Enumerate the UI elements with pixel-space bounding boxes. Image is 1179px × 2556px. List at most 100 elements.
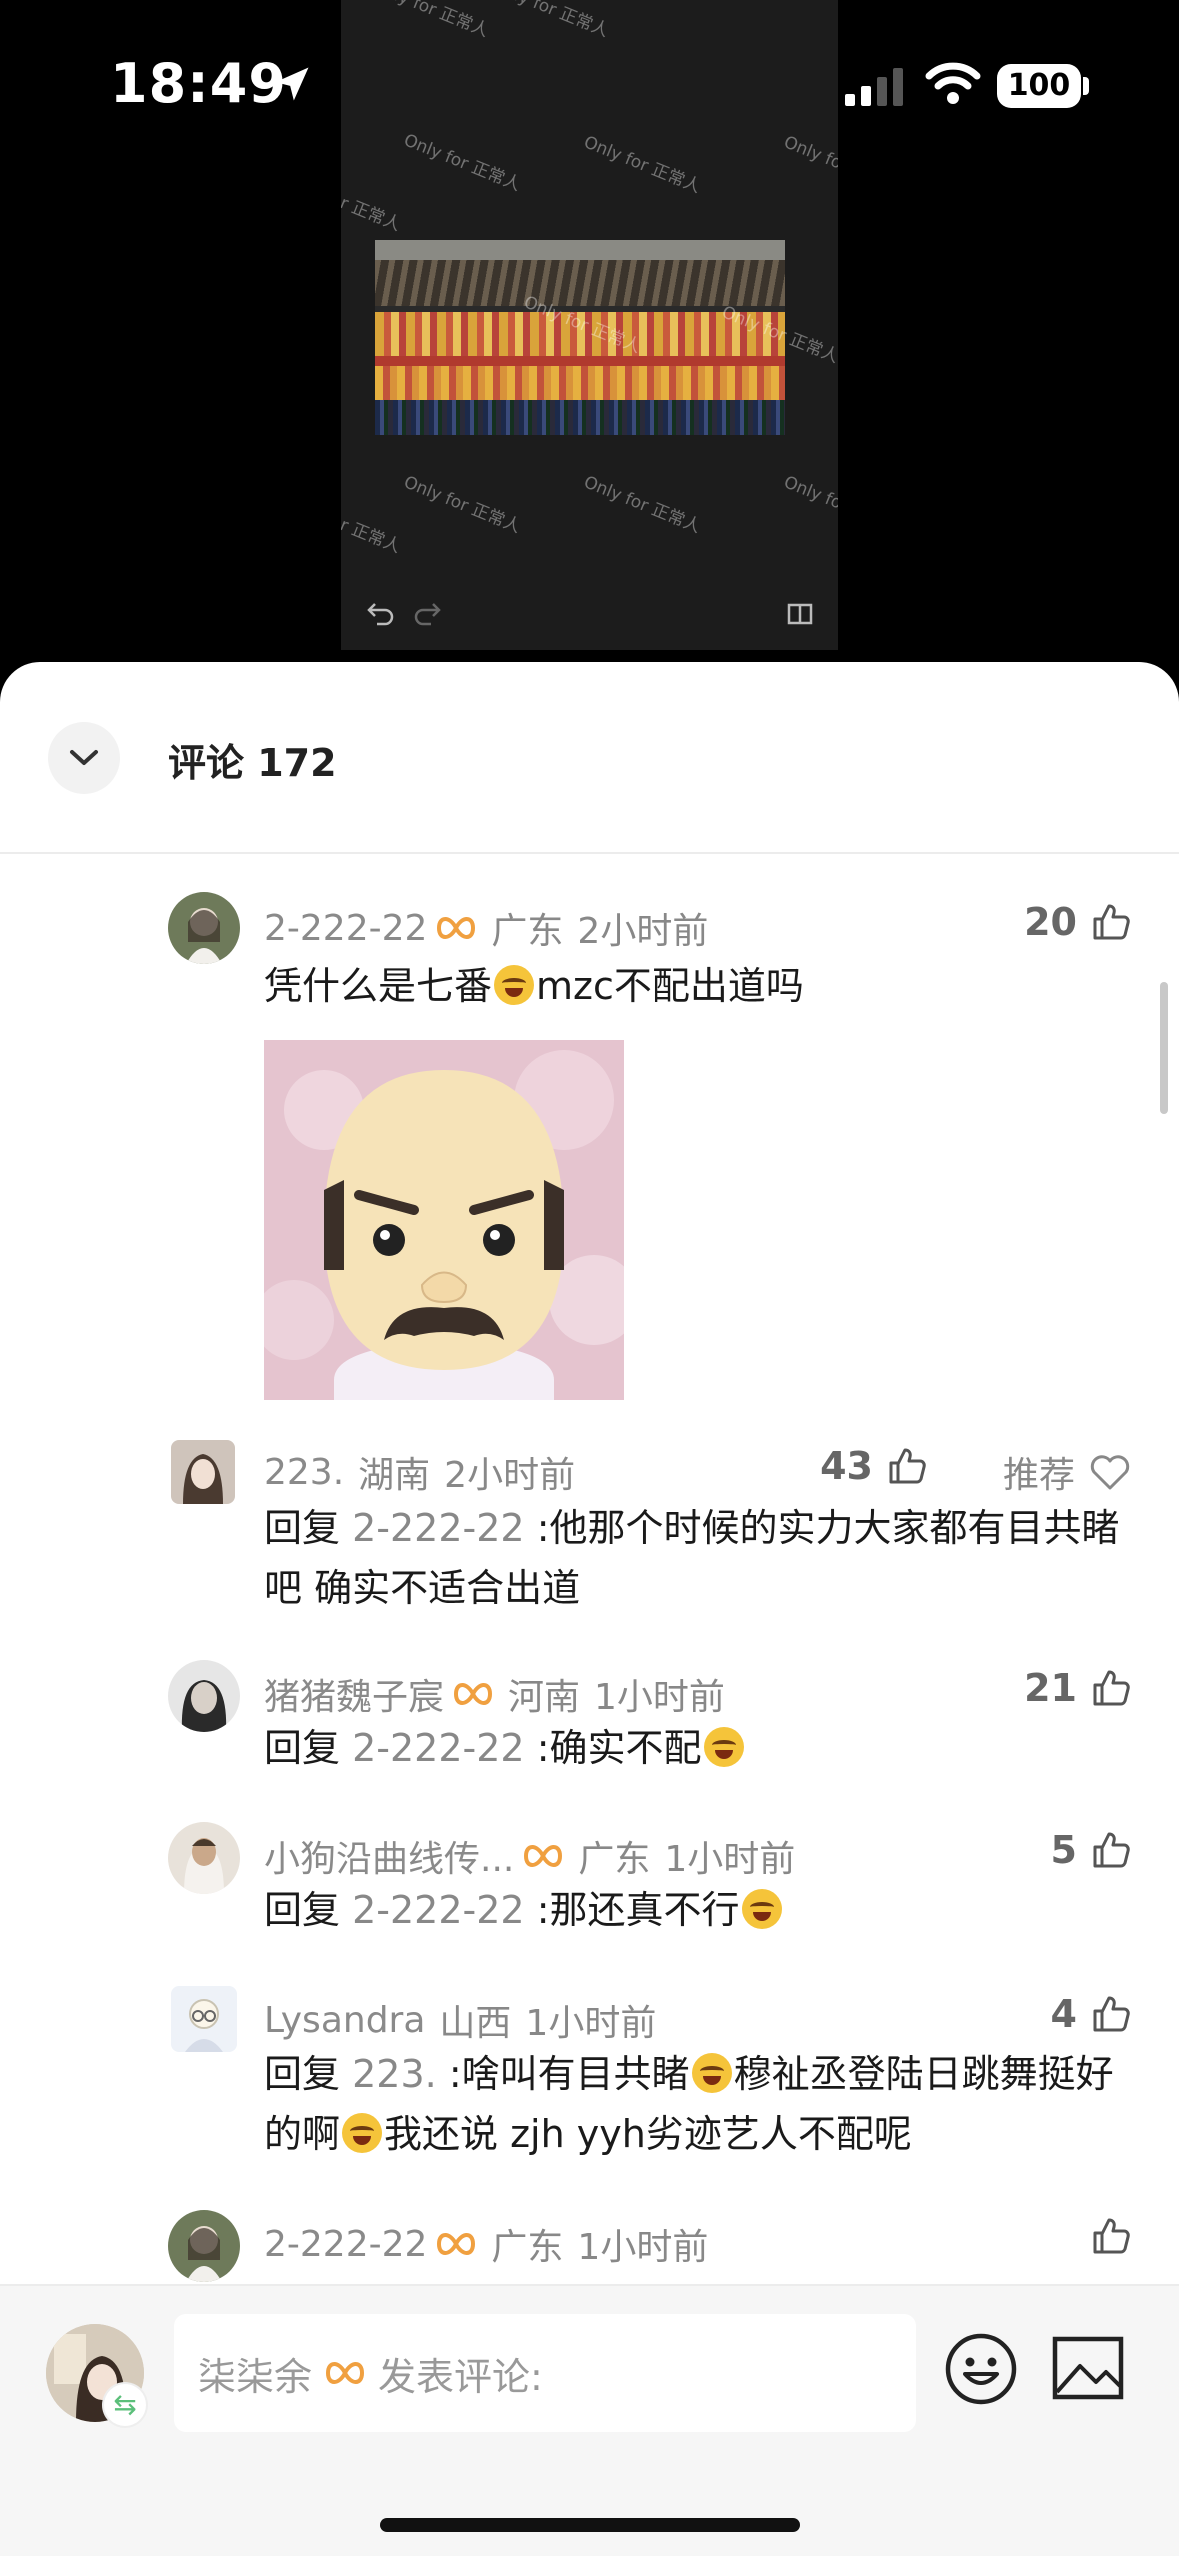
reply-target[interactable]: 223. — [352, 2052, 437, 2096]
video-preview[interactable]: Only for 正常人 Only for 正常人 Only for 正常人 O… — [341, 0, 838, 650]
comment-text: 回复 2-222-22 :他那个时候的实力大家都有目共睹吧 确实不适合出道 — [264, 1498, 1134, 1618]
reply-prefix: 回复 — [264, 1726, 341, 1770]
laugh-cry-emoji-icon — [494, 965, 535, 1005]
location-arrow-icon — [275, 67, 309, 101]
watermark-text: Only for 正常人 — [488, 0, 612, 42]
reply-prefix: 回复 — [264, 1506, 341, 1550]
recommend-button[interactable]: 推荐 — [1003, 1446, 1131, 1498]
switch-account-icon[interactable]: ⇆ — [104, 2384, 146, 2426]
username[interactable]: 小狗沿曲线传... — [264, 1830, 514, 1882]
watermark-text: Only for 正常人 — [780, 472, 838, 537]
username[interactable]: Lysandra — [264, 2000, 425, 2041]
comments-title: 评论 172 — [168, 741, 337, 785]
comments-header: 评论 172 — [0, 662, 1179, 854]
heart-icon — [1090, 1455, 1130, 1490]
text-segment: :确实不配 — [536, 1726, 702, 1770]
watermark-text: Only for 正常人 — [580, 472, 704, 538]
my-username: 柒柒余 — [198, 2354, 313, 2399]
watermark-text: Only for 正常人 — [580, 132, 704, 198]
location: 广东 — [491, 911, 564, 952]
watermark-text: Only for 正常人 — [400, 472, 524, 538]
sticker-image[interactable] — [264, 1040, 624, 1400]
watermark-text: Only for 正常人 — [780, 132, 838, 197]
watermark-text: Only for 正常人 — [341, 170, 404, 236]
comment-meta: 2-222-22 广东 2小时前 — [264, 902, 708, 954]
text-segment: 凭什么是七番 — [264, 964, 493, 1008]
avatar[interactable] — [168, 2210, 240, 2282]
like-count: 5 — [1050, 1828, 1077, 1872]
avatar[interactable] — [171, 1986, 237, 2052]
like-button[interactable]: 20 — [1024, 900, 1131, 944]
thumbs-up-icon — [1093, 1832, 1130, 1868]
like-count: 20 — [1024, 900, 1077, 944]
home-indicator[interactable] — [380, 2518, 800, 2532]
like-button[interactable]: 43 — [820, 1444, 927, 1488]
laugh-cry-emoji-icon — [691, 2053, 732, 2093]
infinity-badge-icon — [454, 1683, 493, 1705]
comment-meta: 猪猪魏子宸 河南 1小时前 — [264, 1668, 725, 1720]
comment-meta: 小狗沿曲线传... 广东 1小时前 — [264, 1830, 795, 1882]
username[interactable]: 2-222-22 — [264, 2224, 427, 2265]
battery-indicator: 100 — [997, 64, 1081, 108]
redo-icon[interactable] — [413, 600, 443, 628]
recommend-label: 推荐 — [1002, 1455, 1075, 1496]
image-upload-icon[interactable] — [1052, 2336, 1124, 2400]
text-segment: :啥叫有目共睹 — [448, 2052, 690, 2096]
avatar[interactable] — [168, 892, 240, 964]
comment-meta: 2-222-22 广东 1小时前 — [264, 2218, 708, 2270]
location: 河南 — [508, 1677, 581, 1718]
undo-icon[interactable] — [365, 600, 395, 628]
location: 湖南 — [358, 1455, 431, 1496]
timestamp: 1小时前 — [525, 2003, 657, 2044]
thumbs-up-icon — [1093, 2218, 1130, 2254]
emoji-picker-icon[interactable] — [944, 2332, 1018, 2406]
like-button[interactable]: 21 — [1024, 1666, 1131, 1710]
username[interactable]: 223. — [264, 1452, 344, 1493]
scrollbar[interactable] — [1160, 982, 1168, 1114]
laugh-cry-emoji-icon — [741, 1889, 782, 1929]
infinity-badge-icon — [326, 2362, 365, 2384]
username[interactable]: 猪猪魏子宸 — [264, 1668, 444, 1720]
location: 广东 — [578, 1839, 651, 1880]
reply-target[interactable]: 2-222-22 — [352, 1506, 524, 1550]
like-button[interactable]: 5 — [1051, 1828, 1131, 1872]
collapse-button[interactable] — [48, 722, 120, 794]
like-count: 43 — [820, 1444, 873, 1488]
reply-prefix: 回复 — [264, 1888, 341, 1932]
infinity-badge-icon — [524, 1845, 563, 1867]
input-placeholder: 发表评论: — [378, 2354, 543, 2399]
cellular-signal-icon — [845, 68, 903, 106]
comment-text: 凭什么是七番 mzc不配出道吗 — [264, 956, 1134, 1016]
wifi-icon — [925, 62, 981, 104]
avatar[interactable] — [168, 1822, 240, 1894]
text-segment: :那还真不行 — [536, 1888, 740, 1932]
infinity-badge-icon — [437, 917, 476, 939]
laugh-cry-emoji-icon — [703, 1727, 744, 1767]
timestamp: 2小时前 — [444, 1455, 576, 1496]
comment-meta: Lysandra 山西 1小时前 — [264, 1994, 656, 2046]
timestamp: 1小时前 — [664, 1839, 796, 1880]
compare-icon[interactable] — [787, 602, 813, 626]
reply-target[interactable]: 2-222-22 — [352, 1726, 524, 1770]
reply-target[interactable]: 2-222-22 — [352, 1888, 524, 1932]
text-segment: 我还说 zjh yyh劣迹艺人不配呢 — [384, 2112, 912, 2156]
comment-text: 回复 2-222-22 :那还真不行 — [264, 1880, 1134, 1940]
thumbs-up-icon — [889, 1448, 926, 1484]
thumbs-up-icon — [1093, 904, 1130, 940]
timestamp: 1小时前 — [594, 1677, 725, 1718]
comment-input[interactable]: 柒柒余 发表评论: — [174, 2314, 916, 2432]
location: 广东 — [491, 2227, 564, 2268]
like-button[interactable] — [1077, 2216, 1131, 2256]
battery-tip — [1083, 77, 1089, 95]
like-button[interactable]: 4 — [1051, 1992, 1131, 2036]
comment-meta: 223. 湖南 2小时前 — [264, 1446, 575, 1498]
avatar[interactable] — [171, 1440, 235, 1504]
stadium-photo — [375, 240, 785, 435]
avatar[interactable] — [168, 1660, 240, 1732]
laugh-cry-emoji-icon — [342, 2113, 383, 2153]
reply-prefix: 回复 — [264, 2052, 341, 2096]
infinity-badge-icon — [437, 2233, 476, 2255]
username[interactable]: 2-222-22 — [264, 908, 427, 949]
watermark-text: Only for 正常人 — [368, 0, 492, 42]
comments-sheet: 评论 172 2-222-22 广东 2小时前 20 凭什么是七番 mzc不配出道… — [0, 662, 1179, 2556]
